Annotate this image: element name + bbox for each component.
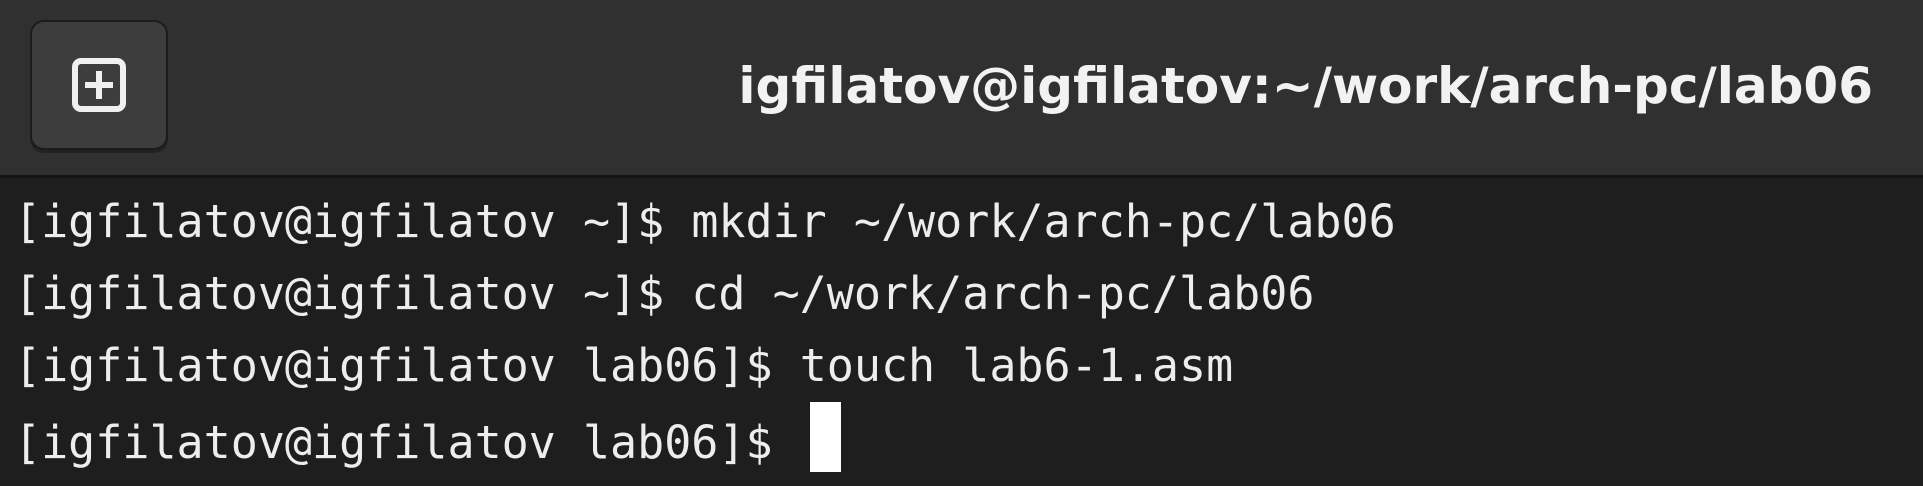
terminal-line: [igfilatov@igfilatov ~]$ cd ~/work/arch-… (14, 258, 1923, 330)
plus-box-icon (72, 58, 126, 112)
shell-command: cd ~/work/arch-pc/lab06 (691, 267, 1315, 320)
text-cursor (809, 402, 841, 472)
header-bar: igfilatov@igfilatov:~/work/arch-pc/lab06 (0, 0, 1923, 178)
shell-prompt: [igfilatov@igfilatov ~]$ (14, 267, 692, 320)
shell-prompt: [igfilatov@igfilatov lab06]$ (14, 339, 800, 392)
terminal-line: [igfilatov@igfilatov lab06]$ (14, 402, 1923, 474)
shell-command: mkdir ~/work/arch-pc/lab06 (691, 195, 1396, 248)
shell-prompt: [igfilatov@igfilatov ~]$ (14, 195, 692, 248)
terminal-output[interactable]: [igfilatov@igfilatov ~]$ mkdir ~/work/ar… (0, 186, 1923, 486)
terminal-line: [igfilatov@igfilatov ~]$ mkdir ~/work/ar… (14, 186, 1923, 258)
terminal-window: igfilatov@igfilatov:~/work/arch-pc/lab06… (0, 0, 1923, 486)
shell-prompt: [igfilatov@igfilatov lab06]$ (14, 416, 800, 469)
shell-command: touch lab6-1.asm (799, 339, 1234, 392)
terminal-line: [igfilatov@igfilatov lab06]$ touch lab6-… (14, 330, 1923, 402)
new-tab-button[interactable] (30, 20, 168, 150)
window-title: igfilatov@igfilatov:~/work/arch-pc/lab06 (738, 57, 1873, 115)
